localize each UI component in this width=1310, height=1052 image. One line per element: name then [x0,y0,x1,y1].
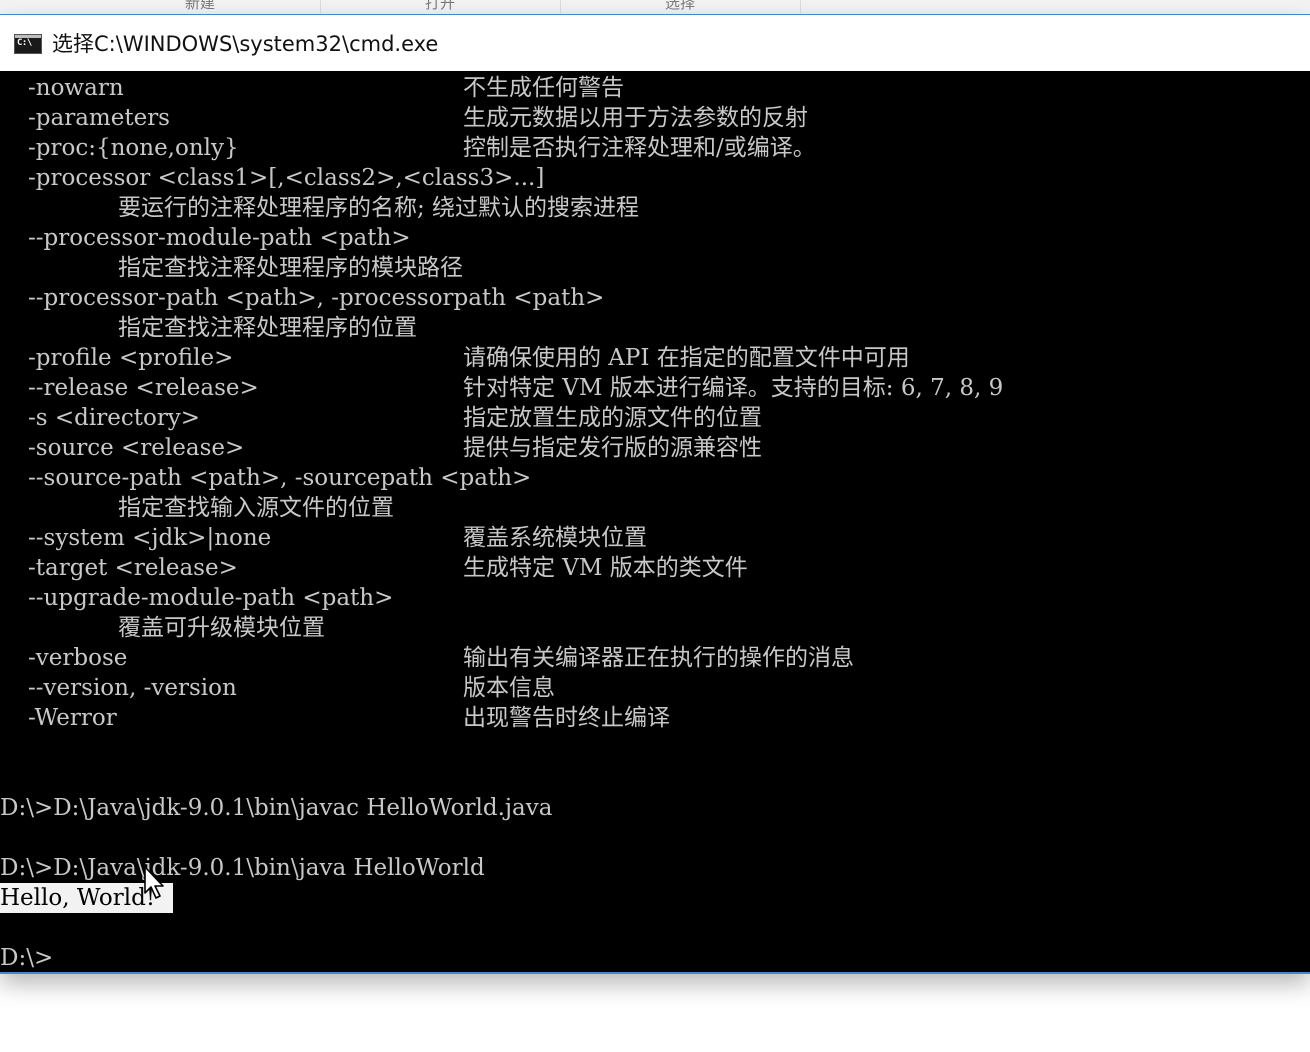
option-flag: -s <directory> [28,405,201,431]
option-flag: --processor-module-path <path> [28,225,411,251]
ribbon-group-select[interactable]: 选择 [560,0,801,13]
option-flag: -source <release> [28,435,245,461]
option-flag: -processor <class1>[,<class2>,<class3>..… [28,165,545,191]
option-flag: -profile <profile> [28,345,234,371]
title-bar[interactable]: C:\ 选择C:\WINDOWS\system32\cmd.exe [0,14,1310,71]
option-description: 出现警告时终止编译 [463,705,670,731]
option-description: 提供与指定发行版的源兼容性 [463,435,762,461]
window-title: 选择C:\WINDOWS\system32\cmd.exe [52,32,439,56]
option-flag: --version, -version [28,675,237,701]
option-flag: --release <release> [28,375,259,401]
command-line-javac: D:\>D:\Java\jdk-9.0.1\bin\javac HelloWor… [0,795,553,821]
cmd-window[interactable]: C:\ 选择C:\WINDOWS\system32\cmd.exe -nowar… [0,14,1310,974]
console-output[interactable]: -nowarn 不生成任何警告 -parameters 生成元数据以用于方法参数… [0,71,1310,972]
option-description: 生成元数据以用于方法参数的反射 [463,105,808,131]
option-flag: --processor-path <path>, -processorpath … [28,285,605,311]
option-flag: -nowarn [28,75,124,101]
command-line-java: D:\>D:\Java\jdk-9.0.1\bin\java HelloWorl… [0,855,485,881]
option-flag: -parameters [28,105,170,131]
ribbon-group-new[interactable]: 新建 [80,0,321,13]
cmd-console-icon[interactable]: C:\ [14,34,42,54]
option-flag: -proc:{none,only} [28,135,239,161]
option-description: 指定放置生成的源文件的位置 [463,405,762,431]
option-flag: --system <jdk>|none [28,525,272,551]
option-description: 请确保使用的 API 在指定的配置文件中可用 [463,345,910,371]
option-description: 版本信息 [463,675,555,701]
option-description: 生成特定 VM 版本的类文件 [463,555,748,581]
option-sub-description: 指定查找注释处理程序的位置 [118,315,417,341]
option-sub-description: 要运行的注释处理程序的名称; 绕过默认的搜索进程 [118,195,640,221]
option-description: 输出有关编译器正在执行的操作的消息 [463,645,854,671]
option-sub-description: 指定查找输入源文件的位置 [118,495,394,521]
cmd-icon-glyph: C:\ [17,38,32,48]
option-sub-description: 指定查找注释处理程序的模块路径 [118,255,463,281]
explorer-ribbon-strip: 新建 打开 选择 [0,0,1310,15]
option-flag: --upgrade-module-path <path> [28,585,394,611]
option-description: 不生成任何警告 [463,75,624,101]
option-flag: -Werror [28,705,117,731]
option-description: 覆盖系统模块位置 [463,525,647,551]
command-prompt[interactable]: D:\> [0,943,53,972]
mouse-pointer-icon [144,866,164,899]
option-flag: --source-path <path>, -sourcepath <path> [28,465,532,491]
option-sub-description: 覆盖可升级模块位置 [118,615,325,641]
option-description: 控制是否执行注释处理和/或编译。 [463,135,816,161]
screen: 新建 打开 选择 C:\ 选择C:\WINDOWS\system32\cmd.e… [0,0,1310,1052]
option-flag: -verbose [28,645,128,671]
ribbon-group-open[interactable]: 打开 [320,0,561,13]
option-description: 针对特定 VM 版本进行编译。支持的目标: 6, 7, 8, 9 [463,375,1004,401]
option-flag: -target <release> [28,555,238,581]
